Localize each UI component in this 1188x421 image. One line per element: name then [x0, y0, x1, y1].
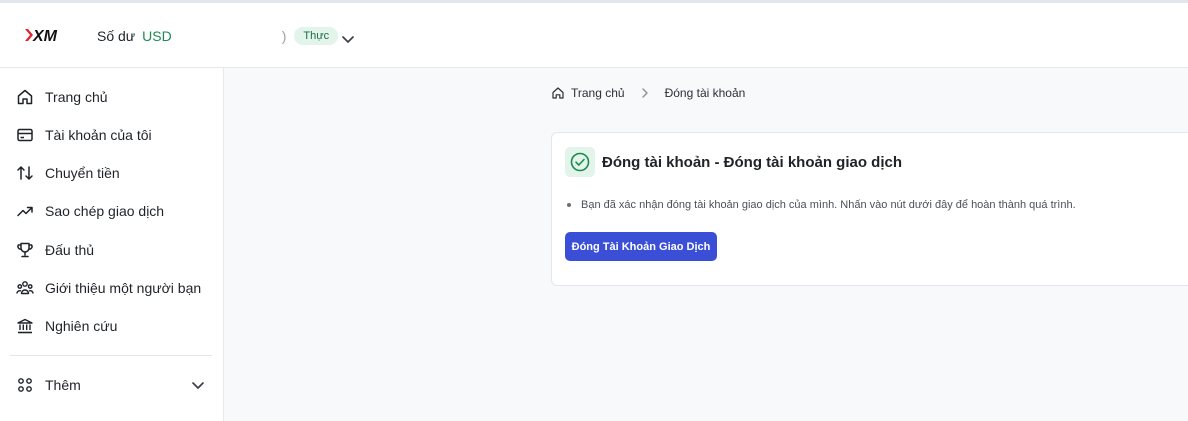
sidebar-item-label: Nghiên cứu	[45, 318, 118, 334]
svg-text:XM: XM	[32, 28, 58, 44]
trophy-icon	[17, 242, 33, 258]
close-account-card: Đóng tài khoản - Đóng tài khoản giao dịc…	[551, 132, 1188, 286]
balance-amount-hidden	[171, 29, 282, 43]
sidebar-item-more[interactable]: Thêm	[16, 373, 81, 397]
card-message-text: Bạn đã xác nhận đóng tài khoản giao dịch…	[581, 199, 1076, 211]
sidebar-item-label: Đấu thủ	[45, 242, 95, 258]
account-type-badge: Thực	[294, 27, 339, 45]
sidebar-item-refer-friend[interactable]: Giới thiệu một người bạn	[16, 276, 201, 300]
home-icon	[17, 89, 33, 105]
check-circle-icon	[570, 152, 590, 172]
breadcrumb-home-link[interactable]: Trang chủ	[571, 86, 625, 100]
home-icon[interactable]	[551, 86, 565, 100]
success-icon-box	[565, 147, 595, 177]
sidebar-item-research[interactable]: Nghiên cứu	[16, 314, 117, 338]
transfer-icon	[17, 166, 33, 180]
sidebar-item-home[interactable]: Trang chủ	[16, 85, 108, 109]
breadcrumb-current: Đóng tài khoản	[664, 86, 746, 100]
card-message: Bạn đã xác nhận đóng tài khoản giao dịch…	[567, 199, 1076, 211]
sidebar-item-label: Tài khoản của tôi	[45, 127, 152, 143]
close-trading-account-button[interactable]: Đóng Tài Khoản Giao Dịch	[565, 232, 717, 261]
balance-display[interactable]: Số dư USD ) Thực	[97, 27, 339, 45]
sidebar-item-label: Giới thiệu một người bạn	[45, 280, 202, 296]
sidebar-divider	[10, 355, 212, 356]
sidebar-item-copy-trading[interactable]: Sao chép giao dịch	[16, 199, 164, 223]
balance-paren: )	[281, 28, 287, 44]
xm-logo[interactable]: XM	[24, 25, 64, 45]
chevron-right-icon	[641, 88, 648, 98]
people-icon	[16, 281, 34, 295]
sidebar-item-label: Sao chép giao dịch	[45, 203, 165, 219]
balance-currency: USD	[142, 28, 172, 44]
bullet-dot	[567, 203, 571, 207]
card-title: Đóng tài khoản - Đóng tài khoản giao dịc…	[602, 153, 902, 171]
grid-icon	[18, 378, 32, 392]
chevron-down-icon[interactable]	[190, 377, 206, 393]
sidebar-item-competitions[interactable]: Đấu thủ	[16, 238, 94, 262]
trend-icon	[17, 206, 33, 217]
sidebar-item-label: Thêm	[45, 377, 81, 393]
bank-icon	[17, 318, 33, 334]
sidebar-item-label: Chuyển tiền	[45, 165, 120, 181]
sidebar-item-transfer[interactable]: Chuyển tiền	[16, 161, 120, 185]
balance-label: Số dư	[97, 28, 136, 44]
card-header: Đóng tài khoản - Đóng tài khoản giao dịc…	[565, 147, 902, 177]
breadcrumb: Trang chủ Đóng tài khoản	[551, 86, 745, 100]
card-icon	[17, 128, 33, 142]
sidebar: Trang chủ Tài khoản của tôi Chuyển tiền …	[0, 68, 224, 421]
sidebar-item-my-accounts[interactable]: Tài khoản của tôi	[16, 123, 152, 147]
sidebar-item-label: Trang chủ	[45, 89, 108, 105]
chevron-down-icon[interactable]	[340, 31, 356, 47]
top-bar: XM Số dư USD ) Thực	[0, 0, 1188, 68]
